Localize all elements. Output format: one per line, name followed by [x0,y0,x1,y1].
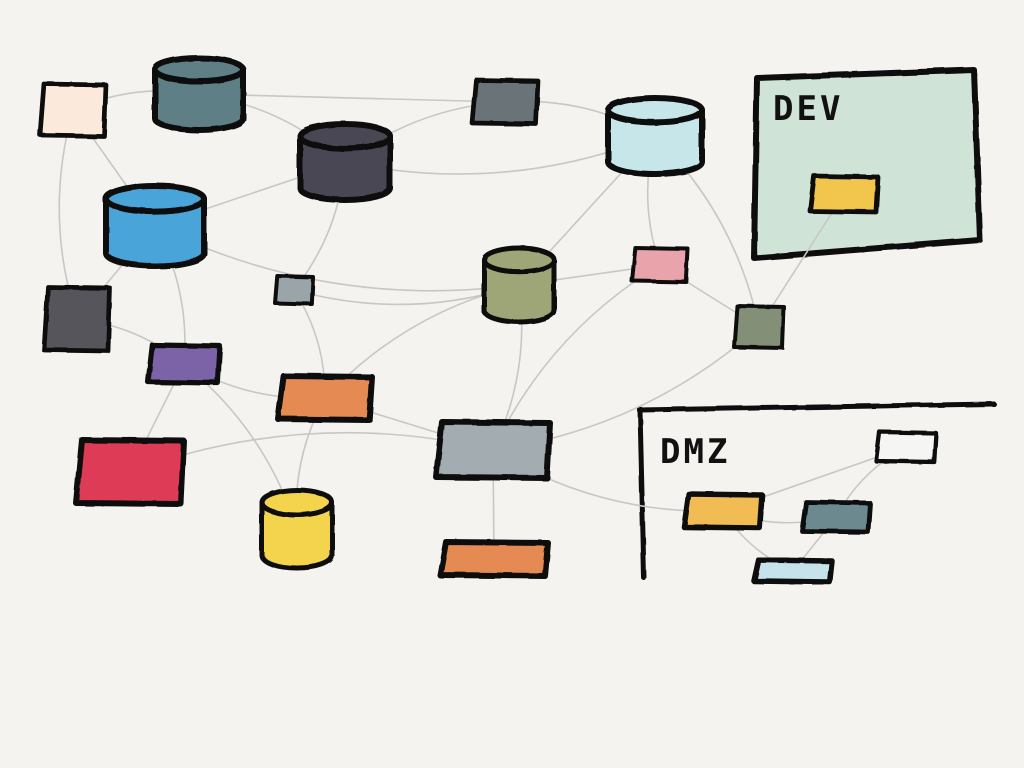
database-cylinder-top [103,183,207,215]
server-box [145,342,223,386]
server-box [873,429,939,465]
server-box [732,304,786,350]
server-node-n16[interactable] [73,437,187,507]
database-cylinder-top [605,95,705,126]
database-cylinder-top [481,245,557,275]
server-box [41,284,113,354]
server-box [799,499,873,535]
database-node-n5[interactable] [297,121,393,203]
server-node-n3[interactable] [469,77,541,127]
server-node-n21[interactable] [799,499,873,535]
server-box [469,77,541,127]
server-box [73,437,187,507]
database-node-n6[interactable] [103,183,207,269]
database-cylinder-top [152,54,246,85]
server-box [630,246,690,284]
server-box [273,274,315,306]
dev-zone-label: DEV [773,89,843,129]
server-node-n8[interactable] [273,274,315,306]
database-node-n2[interactable] [152,54,246,133]
server-node-n18[interactable] [437,539,551,579]
server-box [437,539,551,579]
server-node-n20[interactable] [681,491,765,531]
server-box [37,81,109,139]
server-box [751,557,835,585]
server-box [681,491,765,531]
server-node-n22[interactable] [751,557,835,585]
server-node-n13[interactable] [145,342,223,386]
server-box [807,173,881,215]
server-node-n19[interactable] [873,429,939,465]
server-node-n1[interactable] [37,81,109,139]
server-node-n10[interactable] [630,246,690,284]
dmz-zone [637,401,997,581]
database-cylinder-top [297,121,393,152]
server-node-n11[interactable] [41,284,113,354]
database-node-n4[interactable] [605,95,705,177]
database-node-n9[interactable] [481,245,557,325]
server-node-n14[interactable] [275,373,375,423]
server-node-n15[interactable] [433,419,553,481]
server-box [433,419,553,481]
server-box [275,373,375,423]
dmz-zone-label: DMZ [660,432,730,472]
server-node-n7[interactable] [807,173,881,215]
server-node-n12[interactable] [732,304,786,350]
database-node-n17[interactable] [259,487,335,571]
connection-n6-n9 [154,225,520,292]
network-diagram: DEV DMZ [37,54,997,585]
database-cylinder-top [259,487,335,518]
